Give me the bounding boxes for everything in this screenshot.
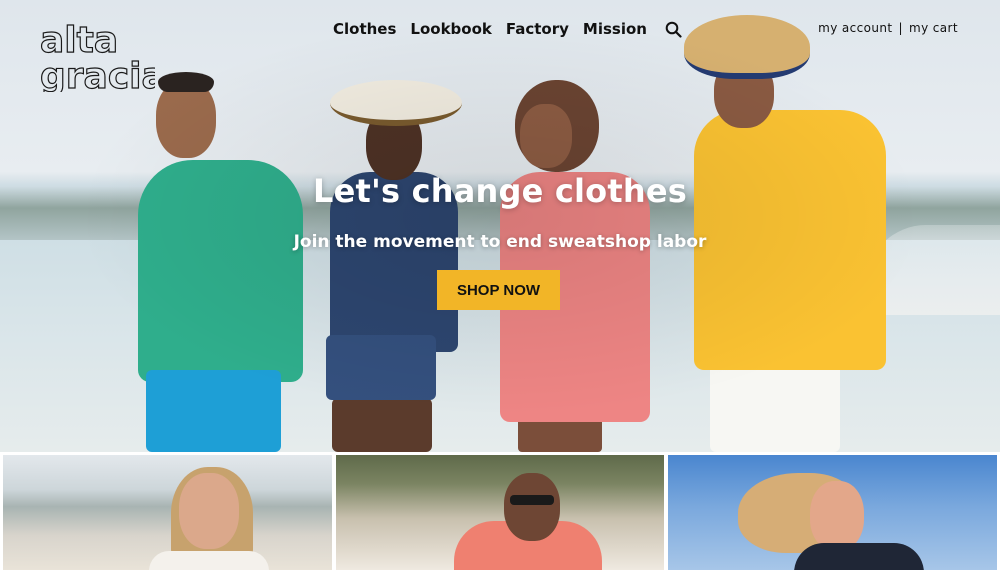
logo-mark: alta gracia [39, 19, 166, 97]
account-separator: | [898, 21, 903, 35]
shop-now-button[interactable]: SHOP NOW [437, 270, 560, 310]
hero-title: Let's change clothes [313, 172, 687, 210]
thumbnail-woman-blue-sky[interactable] [668, 455, 998, 570]
nav-item-factory[interactable]: Factory [506, 20, 569, 38]
svg-text:alta: alta [40, 20, 118, 61]
my-cart-link[interactable]: my cart [909, 21, 958, 35]
nav-item-lookbook[interactable]: Lookbook [410, 20, 491, 38]
nav-item-mission[interactable]: Mission [583, 20, 647, 38]
hero-subtitle: Join the movement to end sweatshop labor [293, 232, 707, 252]
svg-text:gracia: gracia [40, 56, 155, 92]
main-nav: Clothes Lookbook Factory Mission [333, 20, 682, 38]
thumbnail-beach-woman[interactable] [3, 455, 332, 570]
my-account-link[interactable]: my account [818, 21, 892, 35]
alta-gracia-logo[interactable]: alta gracia [39, 19, 166, 97]
lookbook-thumbnails [0, 455, 1000, 570]
thumbnail-man-pink-sweatshirt[interactable] [335, 455, 665, 570]
account-links: my account | my cart [818, 21, 958, 35]
search-icon[interactable] [665, 21, 682, 38]
nav-item-clothes[interactable]: Clothes [333, 20, 396, 38]
